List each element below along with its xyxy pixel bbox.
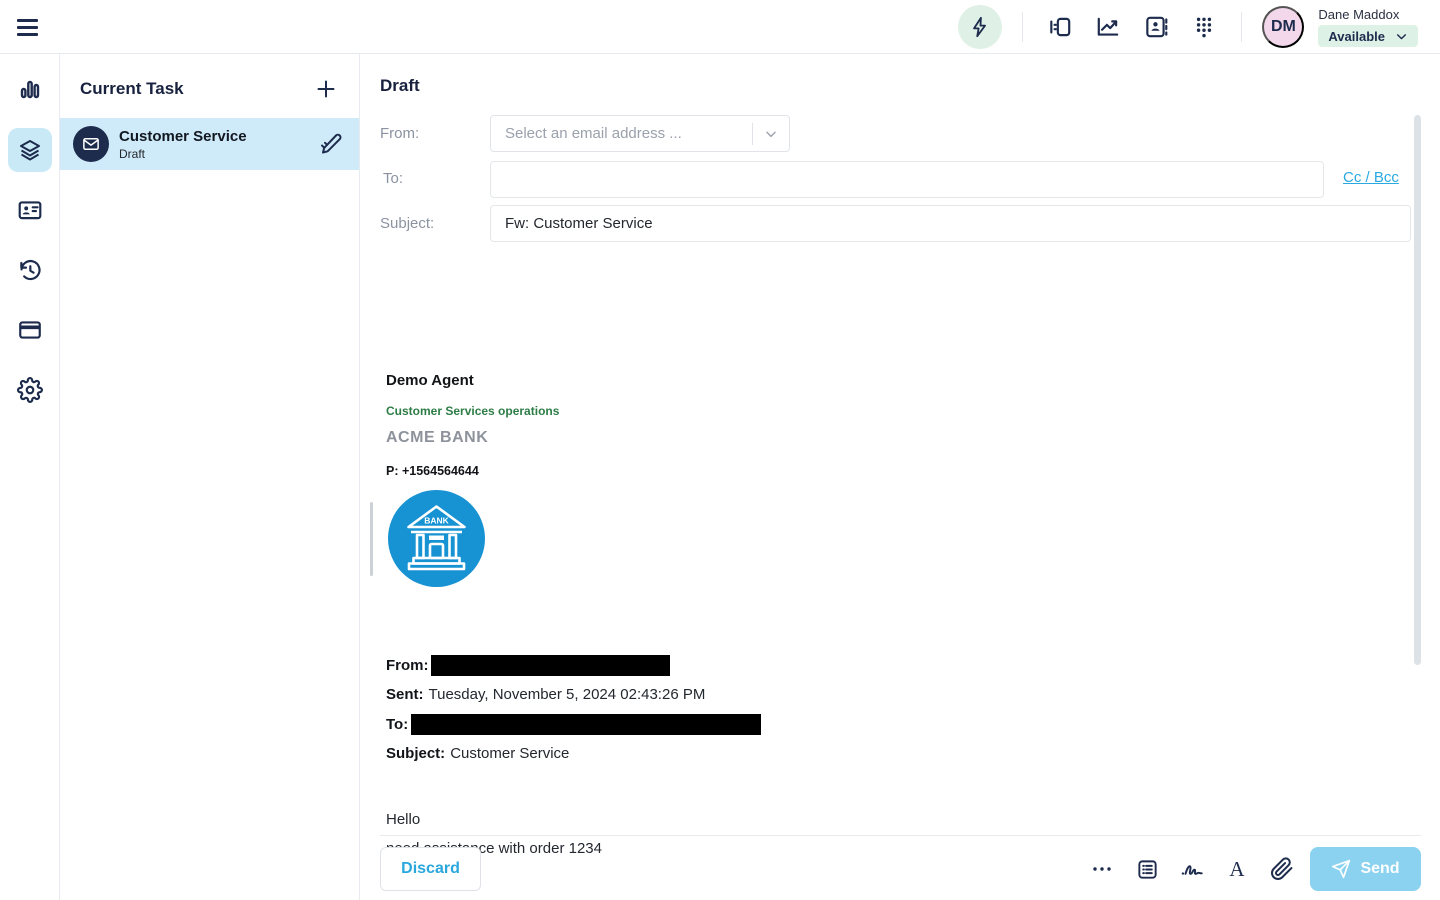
edit-pen-icon[interactable] (317, 130, 345, 158)
task-panel: Current Task Customer Service Draft (60, 54, 360, 900)
envelope-icon (73, 126, 109, 162)
status-dropdown[interactable]: Available (1318, 25, 1418, 47)
panels-icon[interactable] (1043, 10, 1077, 44)
quote-bar (370, 502, 373, 576)
sidebar-item-tasks[interactable] (8, 128, 52, 172)
layers-icon (18, 138, 42, 162)
sidebar-item-browser[interactable] (8, 308, 52, 352)
to-label: To: (383, 170, 403, 187)
redacted-from-address (431, 655, 670, 676)
task-panel-title: Current Task (80, 79, 184, 99)
subject-label: Subject: (380, 215, 434, 232)
bank-logo: BANK (388, 490, 485, 587)
window-icon (17, 317, 43, 343)
message-line: Hello (386, 811, 420, 828)
signature-role: Customer Services operations (386, 404, 559, 418)
left-rail (0, 54, 60, 900)
scrollbar[interactable] (1414, 115, 1421, 665)
to-input[interactable] (490, 161, 1324, 198)
cc-bcc-link[interactable]: Cc / Bcc (1343, 169, 1399, 186)
topbar: DM Dane Maddox Available (0, 0, 1440, 54)
from-select-placeholder: Select an email address ... (491, 125, 752, 142)
font-icon[interactable]: A (1223, 855, 1251, 883)
send-button[interactable]: Send (1310, 847, 1421, 891)
user-name: Dane Maddox (1318, 7, 1418, 22)
more-icon[interactable] (1088, 855, 1116, 883)
page-title: Draft (380, 76, 420, 96)
forwarded-to-label: To: (386, 716, 408, 733)
task-subtitle: Draft (119, 147, 307, 161)
task-row[interactable]: Customer Service Draft (60, 118, 359, 170)
forwarded-subject-row: Subject: Customer Service (386, 743, 1386, 765)
from-label: From: (380, 125, 419, 142)
gear-icon (17, 377, 43, 403)
discard-button[interactable]: Discard (380, 847, 481, 891)
forwarded-to-row: To: (386, 713, 1386, 735)
plus-icon (314, 77, 338, 101)
chevron-down-icon (1395, 30, 1408, 43)
forwarded-subject-label: Subject: (386, 745, 445, 762)
sidebar-item-history[interactable] (8, 248, 52, 292)
from-select[interactable]: Select an email address ... (490, 115, 790, 152)
redacted-to-address (411, 714, 761, 735)
draft-pane: Draft From: Select an email address ... … (361, 54, 1440, 900)
paperclip-icon[interactable] (1268, 855, 1296, 883)
lightning-icon (969, 16, 991, 38)
task-title: Customer Service (119, 128, 307, 145)
contact-card-icon (17, 197, 43, 223)
line-chart-icon[interactable] (1091, 10, 1125, 44)
forwarded-subject-value: Customer Service (450, 745, 569, 762)
forwarded-from-row: From: (386, 654, 1386, 676)
sidebar-item-analytics[interactable] (8, 68, 52, 112)
divider (1241, 12, 1242, 42)
sidebar-item-contacts[interactable] (8, 188, 52, 232)
paper-plane-icon (1331, 859, 1351, 879)
dialpad-icon[interactable] (1187, 10, 1221, 44)
menu-icon[interactable] (17, 14, 43, 40)
add-task-button[interactable] (313, 76, 339, 102)
message-body[interactable]: Demo Agent Customer Services operations … (361, 254, 1416, 834)
signature-phone: P: +1564564644 (386, 464, 479, 478)
forwarded-headers: From: Sent: Tuesday, November 5, 2024 02… (386, 654, 1386, 772)
bank-logo-text: BANK (424, 516, 449, 526)
signature-company: ACME BANK (386, 429, 488, 447)
divider (1022, 12, 1023, 42)
subject-input[interactable] (490, 205, 1411, 242)
signature-icon[interactable] (1178, 855, 1206, 883)
svg-text:A: A (1229, 857, 1245, 881)
chevron-down-icon (753, 127, 789, 141)
status-label: Available (1328, 29, 1385, 44)
list-template-icon[interactable] (1133, 855, 1161, 883)
forwarded-sent-value: Tuesday, November 5, 2024 02:43:26 PM (429, 686, 706, 703)
lightning-button[interactable] (958, 5, 1002, 49)
app-window: DM Dane Maddox Available (0, 0, 1440, 900)
forwarded-from-label: From: (386, 657, 429, 674)
send-label: Send (1360, 860, 1399, 878)
history-icon (17, 257, 43, 283)
forwarded-sent-label: Sent: (386, 686, 424, 703)
avatar[interactable]: DM (1262, 6, 1304, 48)
bar-chart-icon (18, 78, 42, 102)
address-book-icon[interactable] (1139, 10, 1173, 44)
compose-footer: Discard A (380, 835, 1421, 900)
sidebar-item-settings[interactable] (8, 368, 52, 412)
signature-name: Demo Agent (386, 372, 474, 389)
forwarded-sent-row: Sent: Tuesday, November 5, 2024 02:43:26… (386, 684, 1386, 706)
